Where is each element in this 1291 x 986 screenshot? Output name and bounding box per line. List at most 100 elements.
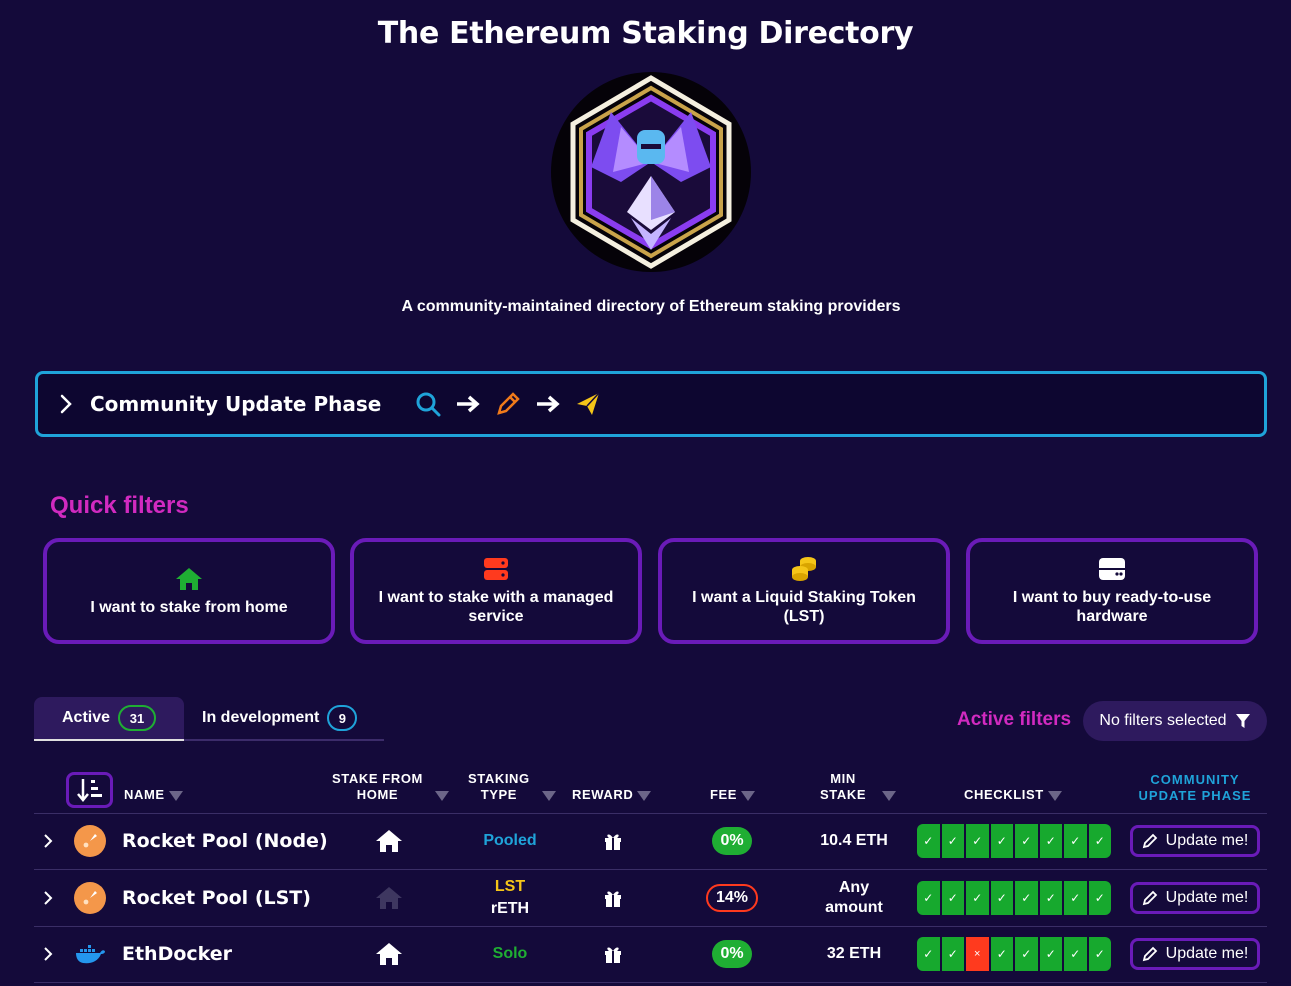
tab-in-development[interactable]: In development 9 bbox=[184, 697, 384, 741]
sort-button[interactable] bbox=[66, 772, 113, 808]
column-header-label: NAME bbox=[124, 787, 165, 802]
column-header-min-stake[interactable]: MIN STAKE bbox=[820, 771, 897, 803]
staking-type-label: Solo bbox=[492, 945, 528, 962]
column-header-checklist[interactable]: CHECKLIST bbox=[964, 787, 1062, 803]
filter-icon bbox=[168, 791, 183, 801]
checklist-item[interactable]: ✓ bbox=[1039, 881, 1062, 915]
pencil-icon bbox=[1142, 890, 1157, 906]
gift-icon bbox=[590, 926, 636, 982]
tab-active[interactable]: Active 31 bbox=[34, 697, 184, 741]
home-icon bbox=[354, 926, 424, 982]
table-row[interactable]: Rocket Pool (Node) Pooled 0% 10.4 ETH ✓ ✓… bbox=[34, 813, 1267, 869]
fee-value: 0% bbox=[712, 827, 752, 855]
checklist-item[interactable]: ✓ bbox=[1064, 881, 1087, 915]
checklist-item[interactable]: ✓ bbox=[1015, 937, 1038, 971]
column-header-label: COMMUNITY bbox=[1150, 772, 1240, 787]
fee-value: 0% bbox=[712, 940, 752, 968]
checklist-item[interactable]: ✓ bbox=[941, 824, 964, 858]
table-row[interactable]: EthDocker Solo 0% 32 ETH ✓ ✓ × ✓ ✓ ✓ ✓ ✓ Update… bbox=[34, 926, 1267, 982]
search-icon bbox=[416, 392, 441, 417]
checklist-item[interactable]: ✓ bbox=[917, 881, 940, 915]
expand-row-icon[interactable] bbox=[40, 813, 56, 869]
checklist-item-failed[interactable]: × bbox=[966, 937, 989, 971]
min-stake-value: amount bbox=[825, 899, 883, 916]
phase-label: Community Update Phase bbox=[90, 392, 382, 416]
update-me-button[interactable]: Update me! bbox=[1130, 870, 1260, 926]
provider-name: Rocket Pool (Node) bbox=[122, 830, 328, 852]
filter-icon bbox=[434, 791, 449, 801]
provider-logo bbox=[74, 926, 106, 982]
column-header-label: STAKE FROM bbox=[332, 771, 423, 786]
column-header-name[interactable]: NAME bbox=[124, 787, 183, 803]
filter-icon bbox=[637, 791, 652, 801]
send-icon bbox=[577, 392, 600, 415]
fee-badge: 14% bbox=[694, 870, 770, 926]
checklist-bar: ✓ ✓ ✓ ✓ ✓ ✓ ✓ ✓ bbox=[917, 870, 1111, 926]
min-stake: 32 ETH bbox=[804, 926, 904, 982]
checklist-item[interactable]: ✓ bbox=[941, 937, 964, 971]
checklist-item[interactable]: ✓ bbox=[941, 881, 964, 915]
site-logo bbox=[551, 72, 751, 272]
checklist-bar: ✓ ✓ × ✓ ✓ ✓ ✓ ✓ bbox=[917, 926, 1111, 982]
column-header-reward[interactable]: REWARD bbox=[572, 787, 652, 803]
checklist-item[interactable]: ✓ bbox=[1064, 937, 1087, 971]
checklist-item[interactable]: ✓ bbox=[1064, 824, 1087, 858]
checklist-item[interactable]: ✓ bbox=[1088, 824, 1111, 858]
checklist-item[interactable]: ✓ bbox=[1015, 881, 1038, 915]
checklist-item[interactable]: ✓ bbox=[990, 881, 1013, 915]
quick-filter-lst[interactable]: I want a Liquid Staking Token (LST) bbox=[658, 538, 950, 644]
arrow-right-icon bbox=[537, 395, 560, 413]
staking-type: LST rETH bbox=[464, 870, 556, 926]
hardware-icon bbox=[1098, 556, 1126, 582]
column-header-label: MIN bbox=[830, 771, 856, 786]
column-header-label: FEE bbox=[710, 787, 738, 802]
checklist-item[interactable]: ✓ bbox=[966, 824, 989, 858]
column-header-staking-type[interactable]: STAKING TYPE bbox=[468, 771, 556, 803]
checklist-item[interactable]: ✓ bbox=[990, 937, 1013, 971]
checklist-item[interactable]: ✓ bbox=[1039, 937, 1062, 971]
provider-name: Rocket Pool (LST) bbox=[122, 887, 311, 909]
update-me-button[interactable]: Update me! bbox=[1130, 813, 1260, 869]
sort-descending-icon bbox=[76, 779, 102, 802]
column-header-label: STAKING bbox=[468, 771, 530, 786]
update-me-button[interactable]: Update me! bbox=[1130, 926, 1260, 982]
table-row[interactable]: Rocket Pool (LST) LST rETH 14% Any amount … bbox=[34, 870, 1267, 926]
column-header-stake-from-home[interactable]: STAKE FROM HOME bbox=[332, 771, 449, 803]
pencil-icon bbox=[1142, 833, 1157, 849]
filters-dropdown-button[interactable]: No filters selected bbox=[1083, 701, 1267, 741]
quick-filter-home[interactable]: I want to stake from home bbox=[43, 538, 335, 644]
quick-filter-label: I want a Liquid Staking Token (LST) bbox=[692, 589, 916, 625]
staking-type-label: Pooled bbox=[483, 832, 537, 849]
column-header-label: STAKE bbox=[820, 787, 867, 802]
filter-icon bbox=[882, 791, 897, 801]
filters-button-label: No filters selected bbox=[1099, 712, 1227, 729]
fee-badge: 0% bbox=[694, 813, 770, 869]
checklist-item[interactable]: ✓ bbox=[1015, 824, 1038, 858]
checklist-item[interactable]: ✓ bbox=[1039, 824, 1062, 858]
column-header-label: HOME bbox=[356, 787, 399, 802]
column-header-label: TYPE bbox=[480, 787, 518, 802]
page-subtitle: A community-maintained directory of Ethe… bbox=[401, 298, 901, 315]
checklist-item[interactable]: ✓ bbox=[917, 824, 940, 858]
checklist-item[interactable]: ✓ bbox=[1088, 881, 1111, 915]
staking-type-label: LST bbox=[494, 878, 526, 895]
quick-filter-label: I want to stake with a managed service bbox=[378, 589, 614, 625]
quick-filter-managed-service[interactable]: I want to stake with a managed service bbox=[350, 538, 642, 644]
checklist-item[interactable]: ✓ bbox=[990, 824, 1013, 858]
home-icon bbox=[175, 566, 203, 592]
checklist-item[interactable]: ✓ bbox=[1088, 937, 1111, 971]
quick-filter-hardware[interactable]: I want to buy ready-to-use hardware bbox=[966, 538, 1258, 644]
filter-icon bbox=[1047, 791, 1062, 801]
checklist-item[interactable]: ✓ bbox=[966, 881, 989, 915]
column-header-fee[interactable]: FEE bbox=[710, 787, 756, 803]
tab-count-badge: 9 bbox=[327, 705, 358, 731]
tab-label: Active bbox=[61, 709, 111, 726]
expand-row-icon[interactable] bbox=[40, 926, 56, 982]
active-filters-label: Active filters bbox=[957, 709, 1072, 730]
community-update-phase-panel[interactable]: Community Update Phase bbox=[35, 371, 1267, 437]
min-stake-value: Any bbox=[838, 879, 870, 896]
column-header-label: CHECKLIST bbox=[964, 787, 1044, 802]
checklist-item[interactable]: ✓ bbox=[917, 937, 940, 971]
expand-row-icon[interactable] bbox=[40, 870, 56, 926]
column-header-label: REWARD bbox=[572, 787, 634, 802]
